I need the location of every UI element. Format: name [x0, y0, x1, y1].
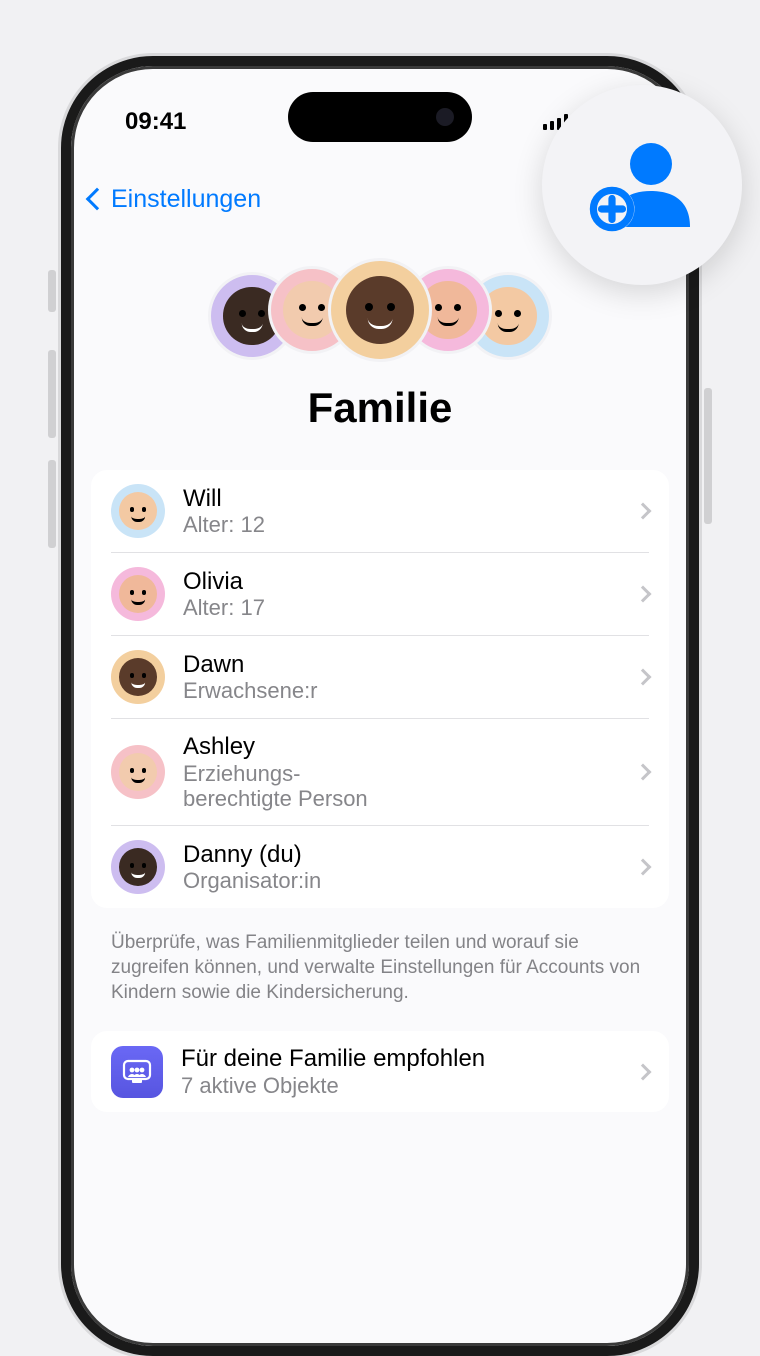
member-row-danny[interactable]: Danny (du) Organisator:in	[111, 825, 649, 908]
avatar	[111, 840, 165, 894]
back-button[interactable]: Einstellungen	[89, 185, 261, 214]
avatar	[328, 258, 432, 362]
chevron-right-icon	[635, 669, 652, 686]
screen-content: Familie Will Alter: 12 Olivia Alter: 17	[71, 226, 689, 1346]
recommended-card: Für deine Familie empfohlen 7 aktive Obj…	[91, 1031, 669, 1112]
chevron-right-icon	[635, 586, 652, 603]
phone-power-button	[704, 388, 712, 524]
back-label: Einstellungen	[111, 185, 261, 214]
member-name: Danny (du)	[183, 841, 619, 869]
family-members-card: Will Alter: 12 Olivia Alter: 17 Dawn Erw…	[91, 470, 669, 908]
phone-volume-down	[48, 460, 56, 548]
member-row-ashley[interactable]: Ashley Erziehungs- berechtigte Person	[111, 718, 649, 825]
chevron-right-icon	[635, 764, 652, 781]
member-name: Will	[183, 485, 619, 513]
member-name: Olivia	[183, 568, 619, 596]
members-footer-note: Überprüfe, was Familienmitglieder teilen…	[91, 920, 669, 1031]
member-row-dawn[interactable]: Dawn Erwachsene:r	[111, 635, 649, 718]
member-role: Alter: 12	[183, 512, 619, 537]
chevron-right-icon	[635, 503, 652, 520]
add-person-icon	[587, 137, 697, 233]
member-role: Alter: 17	[183, 595, 619, 620]
page-title: Familie	[91, 384, 669, 432]
chevron-left-icon	[86, 188, 109, 211]
phone-mute-switch	[48, 270, 56, 312]
member-row-will[interactable]: Will Alter: 12	[111, 470, 649, 552]
family-avatar-cluster	[91, 266, 669, 362]
recommended-icon	[111, 1046, 163, 1098]
member-name: Dawn	[183, 651, 619, 679]
member-role: Organisator:in	[183, 868, 619, 893]
avatar	[111, 745, 165, 799]
chevron-right-icon	[635, 859, 652, 876]
avatar	[111, 650, 165, 704]
chevron-right-icon	[635, 1063, 652, 1080]
recommended-title: Für deine Familie empfohlen	[181, 1045, 619, 1073]
phone-volume-up	[48, 350, 56, 438]
member-role: Erwachsene:r	[183, 678, 619, 703]
recommended-row[interactable]: Für deine Familie empfohlen 7 aktive Obj…	[111, 1031, 649, 1112]
avatar	[111, 484, 165, 538]
member-row-olivia[interactable]: Olivia Alter: 17	[111, 552, 649, 635]
member-name: Ashley	[183, 733, 619, 761]
recommended-sub: 7 aktive Objekte	[181, 1073, 619, 1098]
member-role: Erziehungs- berechtigte Person	[183, 761, 619, 812]
add-member-callout	[542, 85, 742, 285]
avatar	[111, 567, 165, 621]
status-time: 09:41	[125, 108, 186, 136]
